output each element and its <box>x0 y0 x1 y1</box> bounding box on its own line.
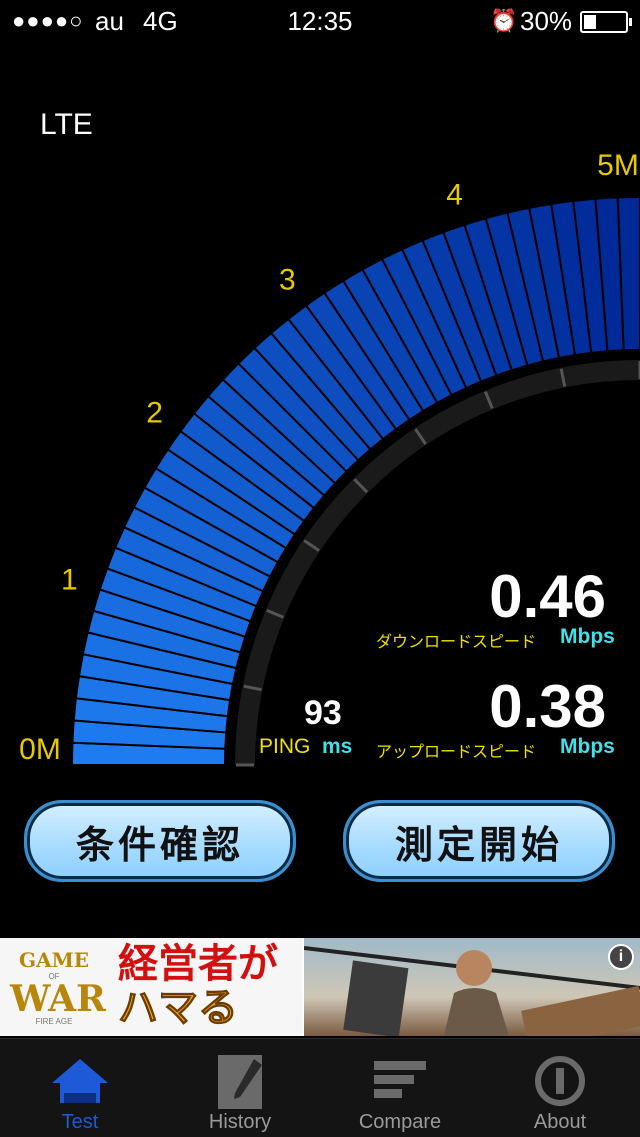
ad-image[interactable]: i <box>304 938 640 1036</box>
gauge-scale-label: 4 <box>446 178 463 211</box>
tab-compare[interactable]: Compare <box>320 1039 480 1137</box>
alarm-clock-icon: ⏰ <box>490 8 518 33</box>
upload-speed-value: 0.38 <box>489 673 606 740</box>
gauge-scale-label: 1 <box>61 564 78 597</box>
ad-text-panel[interactable]: GAME OF WAR FIRE AGE 経営者が ハマる <box>0 938 302 1036</box>
battery-icon <box>580 11 632 33</box>
battery-percent: 30% <box>520 6 573 36</box>
ad-warrior-illustration <box>304 946 640 1036</box>
upload-unit: Mbps <box>560 735 615 758</box>
game-of-war-logo: GAME OF WAR FIRE AGE <box>10 948 106 1026</box>
tab-history[interactable]: History <box>160 1039 320 1137</box>
download-speed-value: 0.46 <box>489 563 606 630</box>
tab-test[interactable]: Test <box>0 1039 160 1137</box>
download-speed-label: ダウンロードスピード <box>376 634 537 651</box>
tab-label: Test <box>61 1111 99 1133</box>
start-measurement-button[interactable]: 測定開始 <box>343 800 615 882</box>
info-icon[interactable]: i <box>608 944 634 970</box>
ad-copy: 経営者が ハマる <box>118 940 279 1031</box>
download-unit: Mbps <box>560 625 615 648</box>
ping-label: PING <box>259 735 311 758</box>
tab-label: About <box>533 1111 587 1133</box>
info-circle-icon <box>535 1056 585 1106</box>
house-icon <box>52 1059 108 1103</box>
tab-about[interactable]: About <box>480 1039 640 1137</box>
gauge-scale-label: 5M <box>597 149 639 182</box>
ping-unit: ms <box>322 735 353 758</box>
network-type-label: LTE <box>40 108 93 141</box>
check-conditions-button[interactable]: 条件確認 <box>24 800 296 882</box>
ping-value: 93 <box>304 694 342 732</box>
notepad-icon <box>218 1055 262 1109</box>
status-bar: ●●●●○ au 4G 12:35 ⏰ 30% <box>0 0 640 40</box>
tab-bar: Test History Compare About <box>0 1038 640 1137</box>
tab-label: History <box>208 1111 272 1133</box>
upload-speed-label: アップロードスピード <box>376 744 537 761</box>
gauge-scale-label: 0M <box>19 733 61 766</box>
bars-icon <box>374 1061 426 1098</box>
ad-banner[interactable]: GAME OF WAR FIRE AGE 経営者が ハマる i <box>0 938 640 1036</box>
tab-label: Compare <box>358 1111 442 1133</box>
gauge-scale-label: 3 <box>279 264 296 297</box>
gauge-scale-label: 2 <box>146 396 163 429</box>
